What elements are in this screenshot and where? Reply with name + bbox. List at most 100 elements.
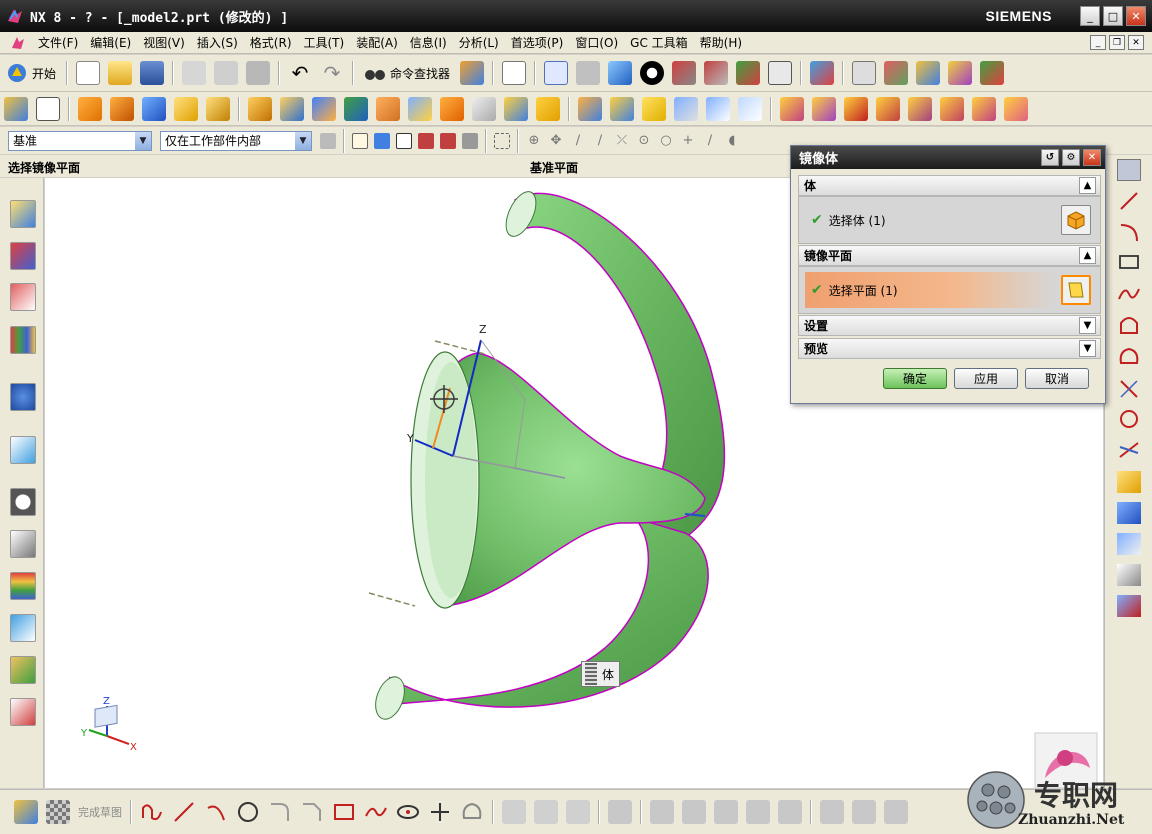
menu-view[interactable]: 视图(V) xyxy=(137,34,191,51)
scale-body-icon[interactable] xyxy=(504,96,528,121)
select-plane-button[interactable] xyxy=(1061,275,1091,305)
extract-geometry-icon[interactable] xyxy=(706,96,730,121)
close-button[interactable]: ✕ xyxy=(1126,6,1146,26)
move-face-icon[interactable] xyxy=(780,96,804,121)
web-browser-icon[interactable] xyxy=(10,436,36,464)
studio-spline-icon[interactable] xyxy=(1117,283,1141,305)
copy-icon[interactable] xyxy=(214,61,239,85)
sketch-point-icon[interactable] xyxy=(428,800,452,824)
snap-quadrant-icon[interactable]: ○ xyxy=(658,133,674,149)
section-curve-icon[interactable] xyxy=(1117,533,1141,555)
chevron-down-icon[interactable]: ▼ xyxy=(1079,340,1096,357)
finish-sketch-label[interactable]: 完成草图 xyxy=(78,804,122,820)
shaded-view-icon[interactable] xyxy=(608,61,633,85)
bridge-curve-icon[interactable] xyxy=(1117,439,1141,461)
process-studio-icon[interactable] xyxy=(10,572,36,600)
resize-blend-icon[interactable] xyxy=(908,96,932,121)
isoparametric-curve-icon[interactable] xyxy=(1117,595,1141,617)
info-document-icon[interactable] xyxy=(502,61,527,85)
polygon-icon[interactable] xyxy=(1117,345,1141,367)
offset-face-icon[interactable] xyxy=(472,96,496,121)
reattach-icon[interactable] xyxy=(820,800,844,824)
draft-icon[interactable] xyxy=(440,96,464,121)
conic-icon[interactable] xyxy=(460,800,484,824)
snap-arc-center-icon[interactable]: ⊙ xyxy=(636,133,652,149)
menu-gc-toolkit[interactable]: GC 工具箱 xyxy=(624,34,694,51)
sew-icon[interactable] xyxy=(578,96,602,121)
edge-blend-icon[interactable] xyxy=(174,96,198,121)
toolbar-toggle-icon[interactable] xyxy=(1117,159,1141,181)
feature-curve-rule-icon[interactable] xyxy=(374,132,390,149)
menu-edit[interactable]: 编辑(E) xyxy=(84,34,137,51)
gear-icon[interactable]: ⚙ xyxy=(1062,149,1080,166)
type-filter-dropdown[interactable]: 基准 ▼ xyxy=(8,130,152,151)
select-body-row[interactable]: ✔ 选择体 (1) xyxy=(805,202,1055,238)
menu-analysis[interactable]: 分析(L) xyxy=(453,34,505,51)
delete-face-icon[interactable] xyxy=(844,96,868,121)
curve-on-surface-icon[interactable] xyxy=(1117,377,1141,399)
assembly-navigator-icon[interactable] xyxy=(10,200,36,228)
system-materials-icon[interactable] xyxy=(10,530,36,558)
pattern-face-icon[interactable] xyxy=(1004,96,1028,121)
face-rule-icon[interactable] xyxy=(396,132,412,149)
fit-view-icon[interactable] xyxy=(544,61,569,85)
unite-icon[interactable] xyxy=(344,96,368,121)
settings-group-header[interactable]: 设置 ▼ xyxy=(798,315,1101,336)
line-icon[interactable] xyxy=(1117,190,1141,212)
menu-insert[interactable]: 插入(S) xyxy=(191,34,244,51)
new-file-icon[interactable] xyxy=(76,61,101,85)
trim-body-icon[interactable] xyxy=(408,96,432,121)
chamfer-sketch-icon[interactable] xyxy=(300,800,324,824)
snap-line-icon[interactable]: ∕ xyxy=(570,133,586,149)
rectangle-select-icon[interactable] xyxy=(494,132,510,149)
section-view-icon[interactable] xyxy=(672,61,697,85)
sketch-rectangle-icon[interactable] xyxy=(332,800,356,824)
part-navigator-icon[interactable] xyxy=(10,283,36,311)
sketch-line-icon[interactable] xyxy=(172,800,196,824)
maximize-button[interactable]: □ xyxy=(1103,6,1123,26)
revolve-icon[interactable] xyxy=(110,96,134,121)
pattern-feature-icon[interactable] xyxy=(312,96,336,121)
extract-curve-icon[interactable] xyxy=(1117,564,1141,586)
replace-face-icon[interactable] xyxy=(674,96,698,121)
body-group-header[interactable]: 体 ▲ xyxy=(798,175,1101,196)
profile-icon[interactable] xyxy=(140,800,164,824)
selection-scope-dropdown[interactable]: 仅在工作部件内部 ▼ xyxy=(160,130,312,151)
geometric-constraints-icon[interactable] xyxy=(714,800,738,824)
sketch-arc-icon[interactable] xyxy=(204,800,228,824)
project-curve-icon[interactable] xyxy=(1117,471,1141,493)
menu-assemblies[interactable]: 装配(A) xyxy=(350,34,404,51)
dialog-title-bar[interactable]: 镜像体 ↺ ⚙ ✕ xyxy=(791,146,1105,169)
snap-icon[interactable] xyxy=(980,61,1005,85)
undo-icon[interactable]: ↶ xyxy=(288,61,312,85)
system-scene-icon[interactable] xyxy=(10,698,36,726)
extrude-icon[interactable] xyxy=(78,96,102,121)
chevron-up-icon[interactable]: ▲ xyxy=(1079,247,1096,264)
menu-help[interactable]: 帮助(H) xyxy=(694,34,748,51)
snap-on-curve-icon[interactable]: ∕ xyxy=(702,133,718,149)
paste-icon[interactable] xyxy=(246,61,271,85)
menu-tools[interactable]: 工具(T) xyxy=(298,34,351,51)
sketch-task-icon[interactable] xyxy=(14,800,38,824)
patch-icon[interactable] xyxy=(610,96,634,121)
auto-constrain-icon[interactable] xyxy=(746,800,770,824)
sketch-spline-icon[interactable] xyxy=(364,800,388,824)
arc-icon[interactable] xyxy=(1117,221,1141,243)
doc-close-button[interactable]: ✕ xyxy=(1128,35,1144,50)
snap-endpoint-icon[interactable]: ⊕ xyxy=(526,133,542,149)
show-constraints-icon[interactable] xyxy=(778,800,802,824)
assembly-icon[interactable] xyxy=(460,61,485,85)
shell-icon[interactable] xyxy=(376,96,400,121)
cut-icon[interactable] xyxy=(182,61,207,85)
sketch-settings-icon[interactable] xyxy=(884,800,908,824)
chevron-down-icon[interactable]: ▼ xyxy=(1079,317,1096,334)
background-color-icon[interactable] xyxy=(768,61,793,85)
chamfer-icon[interactable] xyxy=(206,96,230,121)
roles-icon[interactable] xyxy=(10,656,36,684)
offset-sketch-curve-icon[interactable] xyxy=(608,800,632,824)
preview-group-header[interactable]: 预览 ▼ xyxy=(798,338,1101,359)
mirror-plane-group-header[interactable]: 镜像平面 ▲ xyxy=(798,245,1101,266)
offset-curve-icon[interactable] xyxy=(1117,408,1141,430)
datum-plane-icon[interactable] xyxy=(36,96,60,121)
mirror-face-icon[interactable] xyxy=(972,96,996,121)
